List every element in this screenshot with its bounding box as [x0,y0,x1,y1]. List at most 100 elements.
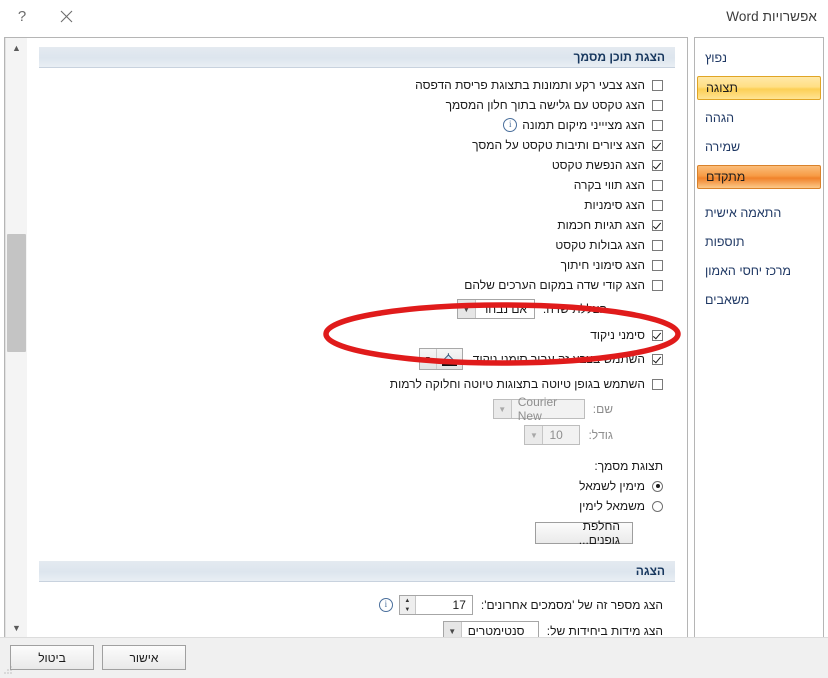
checkbox-field-codes[interactable] [652,279,663,291]
measurement-units-combo[interactable]: ▼ סנטימטרים [442,621,539,637]
stepper-down-icon[interactable]: ▼ [400,605,415,614]
checkbox-text-wrap[interactable] [652,99,663,111]
checkbox-label: הצג תווי בקרה [573,178,645,192]
checkbox-draft-font[interactable] [652,378,663,390]
info-icon[interactable]: i [378,598,393,612]
dialog-footer: ביטול אישור [0,637,828,678]
options-panel: ▲ ▼ הצגת תוכן מסמך הצג צבעי רקע ותמונות … [4,37,688,638]
nav-label: משאבים [705,293,750,307]
document-view-label: תצוגת מסמך: [594,459,663,473]
checkbox-row-smart-tags[interactable]: הצג תגיות חכמות [37,215,663,235]
checkbox-label: הצג תגיות חכמות [557,218,645,232]
font-substitution-row: החלפת גופנים... [37,519,633,547]
checkbox-row-field-codes[interactable]: הצג קודי שדה במקום הערכים שלהם [37,275,663,295]
radio-left-to-right[interactable] [652,500,663,512]
title-bar: אפשרויות Word ? [0,0,828,33]
measurement-units-row: הצג מידות ביחידות של: ▼ סנטימטרים [37,619,663,637]
checkbox-bookmarks[interactable] [652,199,663,211]
checkbox-label: הצג קודי שדה במקום הערכים שלהם [464,278,645,292]
recent-documents-label: הצג מספר זה של 'מסמכים אחרונים': [480,598,663,612]
sidebar-item-common[interactable]: נפוץ [697,47,821,69]
radio-right-to-left[interactable] [652,480,663,492]
radio-row-ltr[interactable]: משמאל לימין [37,496,663,516]
paint-bucket-icon[interactable]: ▼ [418,348,463,370]
recent-documents-value: 17 [452,598,466,612]
sidebar-item-proofing[interactable]: הגהה [697,107,821,129]
chevron-down-icon[interactable]: ▼ [420,349,436,369]
close-icon[interactable] [44,0,88,33]
checkbox-label: הצג צבעי רקע ותמונות בתצוגת פריסת הדפסה [415,78,645,92]
chevron-down-icon[interactable]: ▼ [493,400,512,418]
scrollbar-thumb[interactable] [7,234,26,352]
chevron-down-icon[interactable]: ▼ [525,426,544,444]
nav-label: תוספות [705,235,745,249]
measurement-units-label: הצג מידות ביחידות של: [546,624,663,637]
stepper-up-icon[interactable]: ▲ [400,596,415,605]
field-shading-label: הצללת שדה: [542,302,607,316]
checkbox-row-background-colors[interactable]: הצג צבעי רקע ותמונות בתצוגת פריסת הדפסה [37,75,663,95]
ok-button[interactable]: אישור [102,645,186,670]
help-icon[interactable]: ? [0,0,44,33]
font-substitution-button[interactable]: החלפת גופנים... [535,519,633,547]
section-header-document-content: הצגת תוכן מסמך [39,47,675,68]
radio-label: מימין לשמאל [579,479,645,493]
checkbox-row-text-boundaries[interactable]: הצג גבולות טקסט [37,235,663,255]
sidebar-item-resources[interactable]: משאבים [697,289,821,311]
chevron-down-icon[interactable]: ▼ [443,622,462,637]
checkbox-text-animation[interactable] [652,159,663,171]
checkbox-text-boundaries[interactable] [652,239,663,251]
sidebar-item-trust-center[interactable]: מרכז יחסי האמון [697,260,821,282]
sidebar-item-customize[interactable]: התאמה אישית [697,202,821,224]
checkbox-row-bookmarks[interactable]: הצג סימניות [37,195,663,215]
checkbox-drawings-textboxes[interactable] [652,139,663,151]
vertical-scrollbar[interactable]: ▲ ▼ [5,38,27,637]
radio-row-rtl[interactable]: מימין לשמאל [37,476,663,496]
resize-grip-icon[interactable] [4,666,13,675]
checkbox-picture-placeholders[interactable] [652,119,663,131]
font-name-combo[interactable]: ▼ Courier New [492,395,585,423]
recent-documents-stepper[interactable]: ▲ ▼ 17 [398,595,473,615]
checkbox-label: הצג סימניות [584,198,645,212]
draft-font-name-row: שם: ▼ Courier New [37,395,613,423]
checkbox-row-picture-placeholders[interactable]: הצג מציייני מיקום תמונה i [37,115,663,135]
info-icon[interactable]: i [503,118,518,132]
nav-label: תצוגה [706,81,738,95]
checkbox-row-nikud[interactable]: סימני ניקוד [37,325,663,345]
sidebar-item-save[interactable]: שמירה [697,136,821,158]
nav-label: מרכז יחסי האמון [705,264,791,278]
dialog-body: נפוץ תצוגה הגהה שמירה מתקדם התאמה אישית … [4,37,824,638]
checkbox-label: סימני ניקוד [590,328,645,342]
font-size-combo[interactable]: ▼ 10 [524,425,581,445]
paint-bucket-glyph[interactable] [435,349,462,369]
checkbox-crop-marks[interactable] [652,259,663,271]
checkbox-label: הצג ציורים ותיבות טקסט על המסך [472,138,645,152]
checkbox-nikud[interactable] [652,329,663,341]
checkbox-label: הצג טקסט עם גלישה בתוך חלון המסמך [445,98,645,112]
checkbox-label: הצג מציייני מיקום תמונה [522,118,645,132]
stepper-buttons[interactable]: ▲ ▼ [399,596,416,614]
field-shading-row: הצללת שדה: ▼ אם נבחר [37,297,607,321]
scroll-down-icon[interactable]: ▼ [6,618,27,637]
checkbox-nikud-color[interactable] [652,353,663,365]
checkbox-control-characters[interactable] [652,179,663,191]
checkbox-row-crop-marks[interactable]: הצג סימוני חיתוך [37,255,663,275]
font-name-value: Courier New [517,395,558,423]
scroll-up-icon[interactable]: ▲ [6,38,27,57]
footer-buttons: ביטול אישור [10,645,186,670]
section-header-display: הצגה [39,561,675,582]
cancel-button[interactable]: ביטול [10,645,94,670]
checkbox-background-colors[interactable] [652,79,663,91]
checkbox-row-drawings-textboxes[interactable]: הצג ציורים ותיבות טקסט על המסך [37,135,663,155]
checkbox-row-control-characters[interactable]: הצג תווי בקרה [37,175,663,195]
chevron-down-icon[interactable]: ▼ [457,300,476,318]
sidebar-item-addins[interactable]: תוספות [697,231,821,253]
checkbox-smart-tags[interactable] [652,219,663,231]
nav-label: התאמה אישית [705,206,782,220]
checkbox-row-text-wrap[interactable]: הצג טקסט עם גלישה בתוך חלון המסמך [37,95,663,115]
checkbox-row-text-animation[interactable]: הצג הנפשת טקסט [37,155,663,175]
field-shading-combo[interactable]: ▼ אם נבחר [456,299,535,319]
nav-label: מתקדם [706,170,746,184]
sidebar-item-advanced[interactable]: מתקדם [697,165,821,189]
sidebar-item-display[interactable]: תצוגה [697,76,821,100]
checkbox-row-draft-font[interactable]: השתמש בגופן טיוטה בתצוגות טיוטה וחלוקה ל… [37,374,663,394]
